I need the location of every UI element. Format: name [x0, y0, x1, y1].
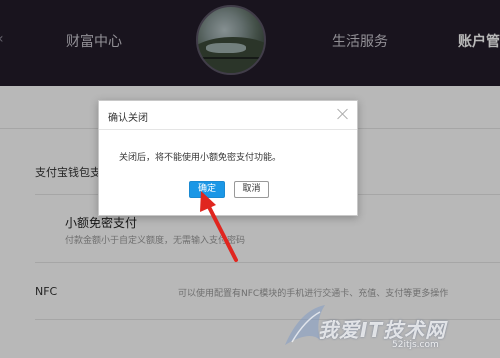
watermark-url: 52itjs.com — [392, 340, 439, 350]
watermark-text: 我爱IT技术网 — [318, 318, 447, 342]
dialog-header: 确认关闭 — [99, 101, 357, 130]
close-icon[interactable] — [335, 106, 351, 122]
confirm-close-dialog: 确认关闭 关闭后，将不能使用小额免密支付功能。 确定 取消 — [98, 100, 358, 216]
confirm-button[interactable]: 确定 — [189, 181, 225, 198]
dialog-title: 确认关闭 — [108, 113, 148, 124]
cancel-button[interactable]: 取消 — [234, 181, 269, 198]
dialog-message: 关闭后，将不能使用小额免密支付功能。 — [119, 153, 282, 163]
